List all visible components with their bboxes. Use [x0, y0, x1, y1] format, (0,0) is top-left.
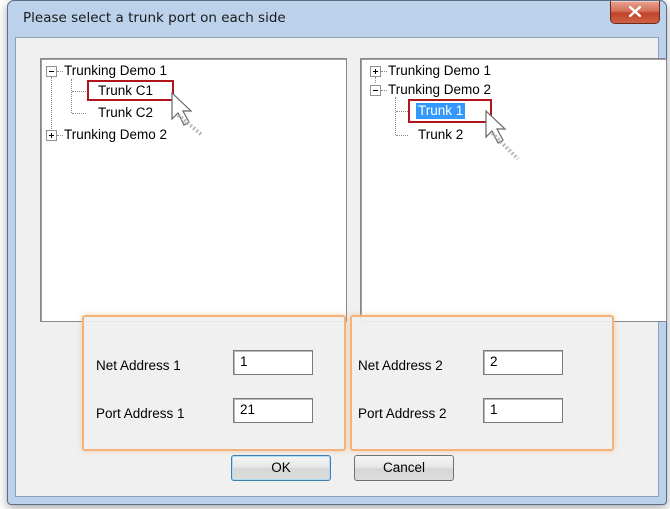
close-button[interactable]	[610, 1, 660, 24]
mouse-pointer-icon	[171, 91, 204, 137]
net-address-1-field[interactable]: 1	[233, 350, 313, 375]
tree-node-trunking-demo-2[interactable]: Trunking Demo 2	[388, 82, 491, 98]
port-address-2-label: Port Address 2	[358, 406, 447, 421]
trunk-select-dialog: Please select a trunk port on each side …	[7, 0, 667, 505]
tree-node-trunk-1[interactable]: Trunk 1	[416, 103, 466, 119]
net-address-2-label: Net Address 2	[358, 358, 443, 373]
ok-button[interactable]: OK	[231, 455, 331, 481]
expand-icon[interactable]	[46, 130, 57, 141]
side2-address-group: Net Address 2 2 Port Address 2 1	[350, 315, 614, 451]
dialog-title: Please select a trunk port on each side	[23, 10, 286, 26]
mouse-pointer-icon	[485, 109, 520, 161]
right-trunk-tree[interactable]: Trunking Demo 1 Trunking Demo 2 Trunk 1 …	[360, 58, 667, 322]
collapse-icon[interactable]	[370, 85, 381, 96]
port-address-1-field[interactable]: 21	[233, 398, 313, 423]
tree-node-trunking-demo-1[interactable]: Trunking Demo 1	[64, 63, 167, 79]
dialog-client-area: Trunking Demo 1 Trunk C1 Trunk C2 Trunki…	[15, 37, 667, 497]
tree-node-trunking-demo-2[interactable]: Trunking Demo 2	[64, 127, 167, 143]
net-address-2-field[interactable]: 2	[483, 350, 563, 375]
cancel-button[interactable]: Cancel	[354, 455, 454, 481]
side1-address-group: Net Address 1 1 Port Address 1 21	[82, 315, 346, 451]
close-icon	[629, 6, 641, 17]
port-address-2-field[interactable]: 1	[483, 398, 563, 423]
net-address-1-label: Net Address 1	[96, 358, 181, 373]
tree-node-trunking-demo-1[interactable]: Trunking Demo 1	[388, 63, 491, 79]
port-address-1-label: Port Address 1	[96, 406, 185, 421]
title-bar[interactable]: Please select a trunk port on each side	[8, 1, 666, 37]
collapse-icon[interactable]	[46, 66, 57, 77]
expand-icon[interactable]	[370, 66, 381, 77]
left-trunk-tree[interactable]: Trunking Demo 1 Trunk C1 Trunk C2 Trunki…	[40, 58, 347, 322]
tree-node-trunk-2[interactable]: Trunk 2	[418, 127, 463, 143]
tree-node-trunk-c2[interactable]: Trunk C2	[98, 105, 153, 121]
tree-node-trunk-c1[interactable]: Trunk C1	[98, 83, 153, 99]
